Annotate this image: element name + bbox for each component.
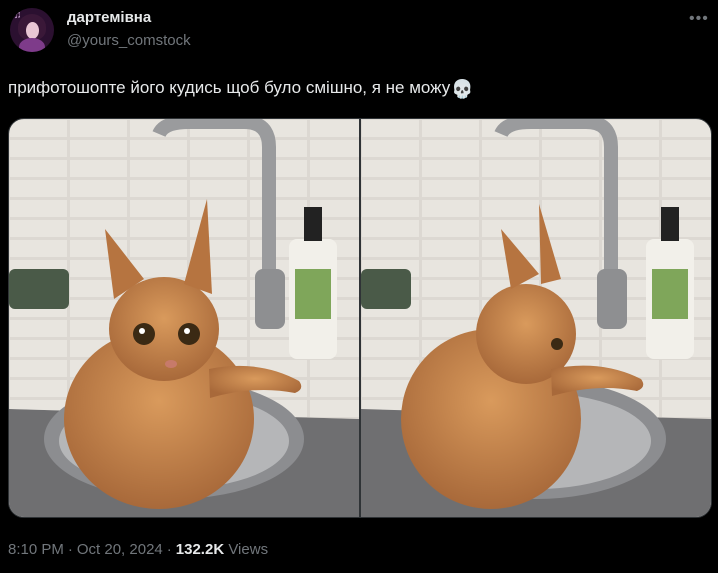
tweet-meta: 8:10 PM · Oct 20, 2024 · 132.2K Views: [8, 541, 268, 558]
photo-cat-looking-away[interactable]: [361, 119, 711, 517]
tweet-media[interactable]: [8, 118, 712, 518]
author-block: дартемівна @yours_comstock: [67, 9, 191, 51]
views-count[interactable]: 132.2K: [176, 541, 224, 558]
author-display-name[interactable]: дартемівна: [67, 9, 191, 27]
photo-illustration-left: [9, 119, 359, 517]
avatar-body: [19, 38, 45, 52]
views-label: Views: [228, 541, 269, 558]
skull-emoji: 💀: [451, 79, 474, 99]
avatar[interactable]: ♫: [10, 8, 54, 52]
tweet-body: прифотошопте його кудись щоб було смішно…: [8, 78, 451, 97]
avatar-face: [26, 22, 39, 39]
photo-cat-looking-at-camera[interactable]: [9, 119, 359, 517]
tweet-text: прифотошопте його кудись щоб було смішно…: [8, 76, 474, 101]
tweet-time[interactable]: 8:10 PM: [8, 541, 64, 558]
more-options-icon[interactable]: •••: [689, 10, 709, 28]
tweet-date[interactable]: Oct 20, 2024: [77, 541, 163, 558]
author-handle[interactable]: @yours_comstock: [67, 31, 191, 51]
meta-separator: ·: [67, 541, 73, 558]
photo-illustration-right: [361, 119, 711, 517]
meta-separator-2: ·: [166, 541, 172, 558]
